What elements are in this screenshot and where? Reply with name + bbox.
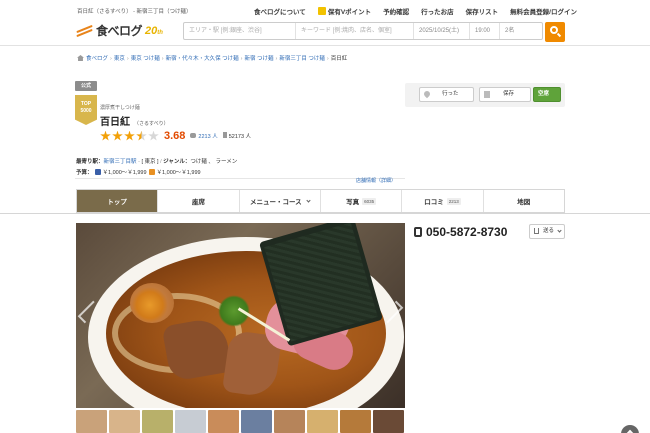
- top5000-badge: TOP 5000: [75, 95, 97, 125]
- phone-icon: [414, 227, 422, 237]
- logo-text: 食べログ: [96, 24, 143, 38]
- tab-seats[interactable]: 座席: [158, 190, 240, 212]
- link-about[interactable]: 食べログについて: [254, 6, 306, 16]
- photo-thumbnail[interactable]: [340, 410, 371, 433]
- bookmark-count: 52173 人: [222, 132, 251, 140]
- crumb-tabelog[interactable]: 食べログ: [86, 56, 108, 62]
- photo-thumbnail[interactable]: [241, 410, 272, 433]
- rating-score: 3.68: [164, 130, 186, 142]
- star-empty-icon: [148, 130, 159, 141]
- photo-thumbnail[interactable]: [373, 410, 404, 433]
- area-link[interactable]: [ 東京 ]: [141, 159, 158, 165]
- link-reservations[interactable]: 予約確認: [383, 6, 409, 16]
- genre-value: つけ麺 、 ラーメン: [190, 159, 238, 165]
- tab-top[interactable]: トップ: [77, 190, 159, 212]
- crumb-shinjuku[interactable]: 新宿 つけ麺: [244, 56, 273, 62]
- crumb-tokyo-tsukemen[interactable]: 東京 つけ麺: [131, 56, 160, 62]
- tab-menu[interactable]: メニュー・コース: [240, 190, 321, 212]
- photo-thumbnail[interactable]: [76, 410, 107, 433]
- link-saved-list[interactable]: 保存リスト: [466, 6, 499, 16]
- star-icon: [100, 130, 111, 141]
- tabelog-logo[interactable]: 食べログ 20th: [76, 22, 163, 39]
- genre-tag: 濃厚煮干しつけ麺: [100, 105, 140, 111]
- photo-thumbnails: [76, 410, 405, 433]
- page-breadcrumb-title: 百日紅（さるすべり） - 新宿三丁目（つけ麺）: [77, 9, 192, 15]
- link-visited[interactable]: 行ったお店: [421, 6, 454, 16]
- date-select[interactable]: 2025/10/25(土): [414, 23, 470, 39]
- main-photo[interactable]: [76, 223, 405, 408]
- station-link[interactable]: 新宿三丁目駅: [104, 159, 137, 165]
- star-rating: [100, 130, 159, 142]
- top-bar: 百日紅（さるすべり） - 新宿三丁目（つけ麺） 食べログについて 保有Vポイント…: [0, 0, 650, 19]
- shop-tabs: トップ 座席 メニュー・コース 写真 6035 口コミ 2213 地図: [76, 189, 565, 213]
- station-genre-row: 最寄り駅：新宿三丁目駅 - [ 東京 ] / ジャンル：つけ麺 、 ラーメン: [76, 159, 238, 165]
- crumb-current: 百日紅: [330, 56, 348, 62]
- photo-thumbnail[interactable]: [109, 410, 140, 433]
- rating-row: 3.68 2213 人 52173 人: [100, 130, 251, 142]
- share-icon: [534, 228, 539, 234]
- official-badge: 公式: [75, 81, 97, 91]
- search-bar: エリア・駅 [例:銀座、渋谷] キーワード [例:焼肉、店名、個室] 2025/…: [183, 22, 543, 40]
- link-vpoint[interactable]: 保有Vポイント: [317, 6, 371, 16]
- crumb-area[interactable]: 新宿・代々木・大久保 つけ麺: [166, 56, 239, 62]
- shop-detail-link[interactable]: 店舗情報（詳細）: [356, 177, 396, 184]
- chevron-down-icon: [306, 197, 311, 203]
- budget-row: 予算： ￥1,000～￥1,999 ￥1,000～￥1,999: [76, 169, 201, 176]
- dinner-icon: [94, 169, 101, 175]
- anniversary-badge: 20th: [145, 24, 163, 37]
- star-half-icon: [136, 130, 147, 141]
- action-panel: 行った 保存 空席: [405, 83, 565, 107]
- comment-icon: [190, 133, 197, 138]
- crumb-tokyo[interactable]: 東京: [114, 56, 125, 62]
- review-count[interactable]: 2213 人: [190, 132, 218, 140]
- egg: [130, 283, 174, 323]
- star-icon: [112, 130, 123, 141]
- photo-count-badge: 6035: [362, 197, 377, 205]
- phone-number[interactable]: 050-5872-8730: [414, 225, 507, 239]
- tab-divider: [0, 213, 650, 214]
- star-icon: [124, 130, 135, 141]
- send-button[interactable]: 送る: [529, 224, 565, 239]
- header-divider: [0, 45, 650, 46]
- tab-reviews[interactable]: 口コミ 2213: [402, 190, 484, 212]
- tab-photos[interactable]: 写真 6035: [321, 190, 403, 212]
- scroll-top-button[interactable]: [621, 425, 639, 433]
- top-links: 食べログについて 保有Vポイント 予約確認 行ったお店 保存リスト 無料会員登録…: [254, 6, 577, 16]
- save-button[interactable]: 保存: [479, 87, 531, 102]
- reserve-button[interactable]: 空席: [533, 87, 561, 102]
- review-count-badge: 2213: [446, 197, 461, 205]
- home-icon: [77, 55, 84, 61]
- pin-icon: [422, 89, 432, 99]
- went-button[interactable]: 行った: [419, 87, 474, 102]
- area-input[interactable]: エリア・駅 [例:銀座、渋谷]: [184, 23, 296, 39]
- photo-thumbnail[interactable]: [175, 410, 206, 433]
- shop-name-kana: （さるすべり）: [134, 121, 169, 127]
- photo-thumbnail[interactable]: [307, 410, 338, 433]
- link-signup-login[interactable]: 無料会員登録/ログイン: [510, 6, 577, 16]
- bookmark-icon: [222, 132, 227, 138]
- photo-thumbnail[interactable]: [274, 410, 305, 433]
- breadcrumb: 食べログ › 東京 › 東京 つけ麺 › 新宿・代々木・大久保 つけ麺 › 新宿 つけ麺 › 新宿三…: [77, 54, 347, 62]
- chevron-down-icon: [557, 228, 562, 233]
- people-select[interactable]: 2名: [500, 23, 524, 39]
- tab-map[interactable]: 地図: [484, 190, 564, 212]
- time-select[interactable]: 19:00: [470, 23, 500, 39]
- budget-dinner: ￥1,000～￥1,999: [102, 170, 147, 176]
- lunch-icon: [148, 169, 155, 175]
- photo-thumbnail[interactable]: [142, 410, 173, 433]
- vpoint-icon: [317, 7, 326, 15]
- chopsticks-icon: [76, 24, 93, 38]
- crumb-shinjuku-3chome[interactable]: 新宿三丁目 つけ麺: [279, 56, 325, 62]
- keyword-input[interactable]: キーワード [例:焼肉、店名、個室]: [296, 23, 414, 39]
- search-button[interactable]: [545, 22, 565, 42]
- bookmark-icon: [484, 91, 490, 98]
- shop-name: 百日紅 （さるすべり）: [100, 117, 169, 128]
- photo-thumbnail[interactable]: [208, 410, 239, 433]
- budget-lunch: ￥1,000～￥1,999: [156, 170, 201, 176]
